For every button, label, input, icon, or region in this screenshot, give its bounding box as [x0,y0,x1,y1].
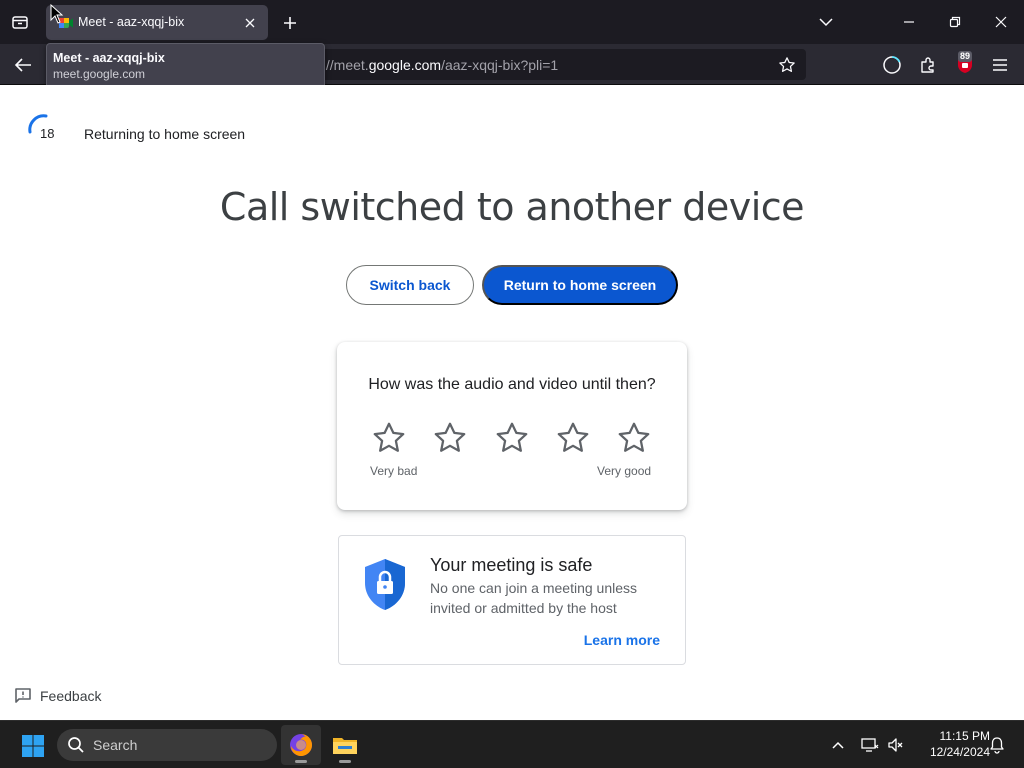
folder-icon [333,738,357,754]
tab-list-button[interactable] [8,10,32,34]
network-button[interactable] [858,733,882,757]
meet-page: 18 Returning to home screen Call switche… [0,85,1024,720]
close-window-button[interactable] [988,10,1014,34]
extensions-icon [921,57,934,73]
rating-low-label: Very bad [370,464,418,478]
app-menu-button[interactable] [987,52,1013,78]
network-icon [861,738,879,752]
page-title: Call switched to another device [219,185,805,229]
learn-more-link[interactable]: Learn more [584,632,660,648]
screen: Meet - aaz-xqqj-bix://meet.google.com/a… [0,0,1024,768]
running-indicator [339,760,351,763]
switch-back-button[interactable]: Switch back [346,265,474,305]
bookmark-button[interactable] [774,52,800,78]
speaker-muted-icon [888,738,903,752]
taskbar-search[interactable]: Search [57,729,277,761]
star-icon [779,57,795,73]
search-placeholder: Search [93,737,138,753]
minimize-icon [904,21,914,23]
running-indicator [295,760,307,763]
start-button[interactable] [14,730,52,762]
feedback-label: Feedback [40,688,102,704]
star-outline-icon [557,422,589,452]
minimize-button[interactable] [896,10,922,34]
taskbar-file-explorer[interactable] [325,725,365,765]
tooltip-title: Meet - aaz-xqqj-bix [53,51,165,65]
clock-time: 11:15 PM [939,729,990,743]
plus-icon [284,17,296,29]
back-button[interactable] [10,52,36,78]
mouse-cursor-icon [50,4,64,24]
close-icon [245,18,255,28]
list-all-tabs-button[interactable] [813,10,839,34]
bell-icon [990,737,1004,754]
chevron-up-icon [832,741,844,749]
rating-question: How was the audio and video until then? [368,376,656,393]
windows-logo-icon [22,735,44,757]
show-hidden-icons-button[interactable] [826,733,850,757]
rating-star-3[interactable] [493,419,531,457]
url-path: /aaz-xqqj-bix?pli=1 [441,57,559,73]
taskbar: Search 11:15 PM 12/24/2024 [0,720,1024,768]
menu-icon [993,59,1007,71]
rating-card: How was the audio and video until then? … [337,342,687,510]
rating-high-label: Very good [597,464,652,478]
tab-tooltip: Meet - aaz-xqqj-bix meet.google.com [46,43,325,89]
tab-strip: Meet - aaz-xqqj-bix [0,0,1024,44]
new-tab-button[interactable] [278,11,302,35]
safe-title: Your meeting is safe [430,555,593,575]
star-outline-icon [496,422,528,452]
safe-description: No one can join a meeting unless invited… [430,580,638,616]
extensions-button[interactable] [915,52,941,78]
active-tab[interactable]: Meet - aaz-xqqj-bix [46,5,268,40]
tooltip-url: meet.google.com [53,67,146,81]
meeting-safe-card: Your meeting is safe No one can join a m… [338,535,686,665]
restore-button[interactable] [942,10,968,34]
countdown-seconds: 18 [40,126,55,141]
close-tab-button[interactable] [240,13,260,33]
clock-date: 12/24/2024 [929,745,990,759]
extension-badge: 89 [958,51,973,62]
tab-list-icon [12,16,28,29]
star-outline-icon [434,422,466,452]
rating-star-1[interactable] [370,419,408,457]
feedback-icon [15,688,31,703]
rating-star-4[interactable] [554,419,592,457]
feedback-button[interactable]: Feedback [14,686,101,706]
star-outline-icon [618,422,650,452]
volume-button[interactable] [884,733,908,757]
return-home-button[interactable]: Return to home screen [482,265,678,305]
firefox-view-icon [883,56,901,74]
rating-star-2[interactable] [431,419,469,457]
search-icon [68,737,84,753]
close-window-icon [995,16,1007,28]
notifications-button[interactable] [985,733,1009,757]
shield-lock-icon [365,559,405,610]
firefox-icon [290,734,312,756]
tab-title: Meet - aaz-xqqj-bix [78,15,185,29]
returning-label: Returning to home screen [84,126,246,142]
taskbar-firefox[interactable] [281,725,321,765]
url-domain: google.com [368,57,442,73]
chevron-down-icon [819,18,833,27]
star-outline-icon [373,422,405,452]
url-text[interactable]: ://meet.google.com/aaz-xqqj-bix?pli=1 [322,57,558,73]
rating-star-5[interactable] [615,419,653,457]
url-prefix: ://meet. [322,57,369,73]
restore-icon [949,16,961,28]
clock[interactable]: 11:15 PM 12/24/2024 [910,728,990,760]
back-arrow-icon [14,58,31,72]
firefox-view-button[interactable] [879,52,905,78]
